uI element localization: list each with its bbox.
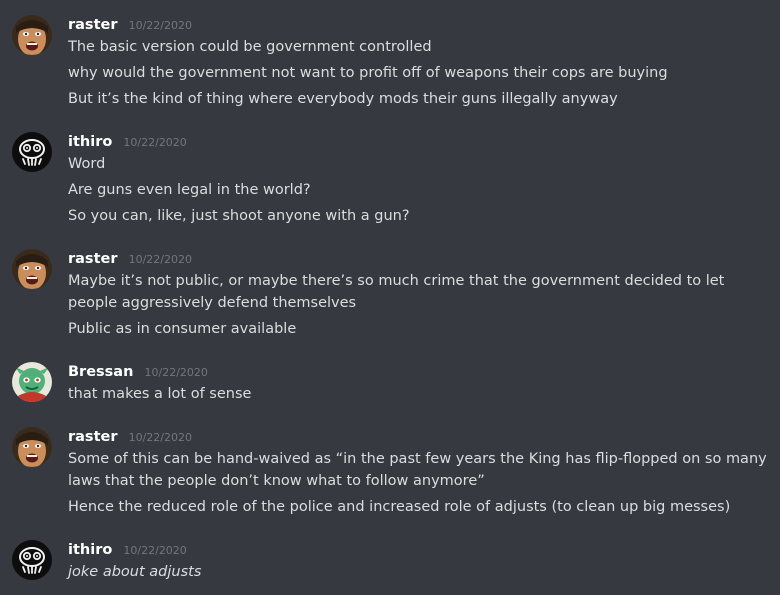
timestamp: 10/22/2020 <box>128 253 192 266</box>
ithiro-avatar[interactable] <box>12 132 52 172</box>
message-text: Word <box>68 156 106 172</box>
raster-avatar[interactable] <box>12 427 52 467</box>
raster-avatar[interactable] <box>12 15 52 55</box>
message-header: raster 10/22/2020 <box>68 427 192 447</box>
message-text: The basic version could be government co… <box>68 39 432 55</box>
timestamp: 10/22/2020 <box>123 136 187 149</box>
message-header: raster 10/22/2020 <box>68 15 192 35</box>
timestamp: 10/22/2020 <box>128 19 192 32</box>
message-text: why would the government not want to pro… <box>68 65 668 81</box>
message-header: Bressan 10/22/2020 <box>68 362 208 382</box>
message-text: So you can, like, just shoot anyone with… <box>68 208 410 224</box>
raster-avatar[interactable] <box>12 249 52 289</box>
username[interactable]: ithiro <box>68 134 112 150</box>
username[interactable]: raster <box>68 251 117 267</box>
username[interactable]: ithiro <box>68 542 112 558</box>
bressan-avatar[interactable] <box>12 362 52 402</box>
message-text: Are guns even legal in the world? <box>68 182 311 198</box>
timestamp: 10/22/2020 <box>144 366 208 379</box>
message-text: Public as in consumer available <box>68 321 297 337</box>
timestamp: 10/22/2020 <box>123 544 187 557</box>
message-header: raster 10/22/2020 <box>68 249 192 269</box>
message-text: joke about adjusts <box>68 564 202 580</box>
username[interactable]: raster <box>68 429 117 445</box>
message-text: But it’s the kind of thing where everybo… <box>68 91 618 107</box>
message-text: Some of this can be hand-waived as “in t… <box>68 451 767 489</box>
ithiro-avatar[interactable] <box>12 540 52 580</box>
username[interactable]: raster <box>68 17 117 33</box>
timestamp: 10/22/2020 <box>128 431 192 444</box>
message-header: ithiro 10/22/2020 <box>68 540 187 560</box>
message-text: Maybe it’s not public, or maybe there’s … <box>68 273 725 311</box>
chat-message-list: raster 10/22/2020 The basic version coul… <box>0 0 780 595</box>
message-header: ithiro 10/22/2020 <box>68 132 187 152</box>
message-text: Hence the reduced role of the police and… <box>68 499 731 515</box>
username[interactable]: Bressan <box>68 364 133 380</box>
message-text: that makes a lot of sense <box>68 386 252 402</box>
